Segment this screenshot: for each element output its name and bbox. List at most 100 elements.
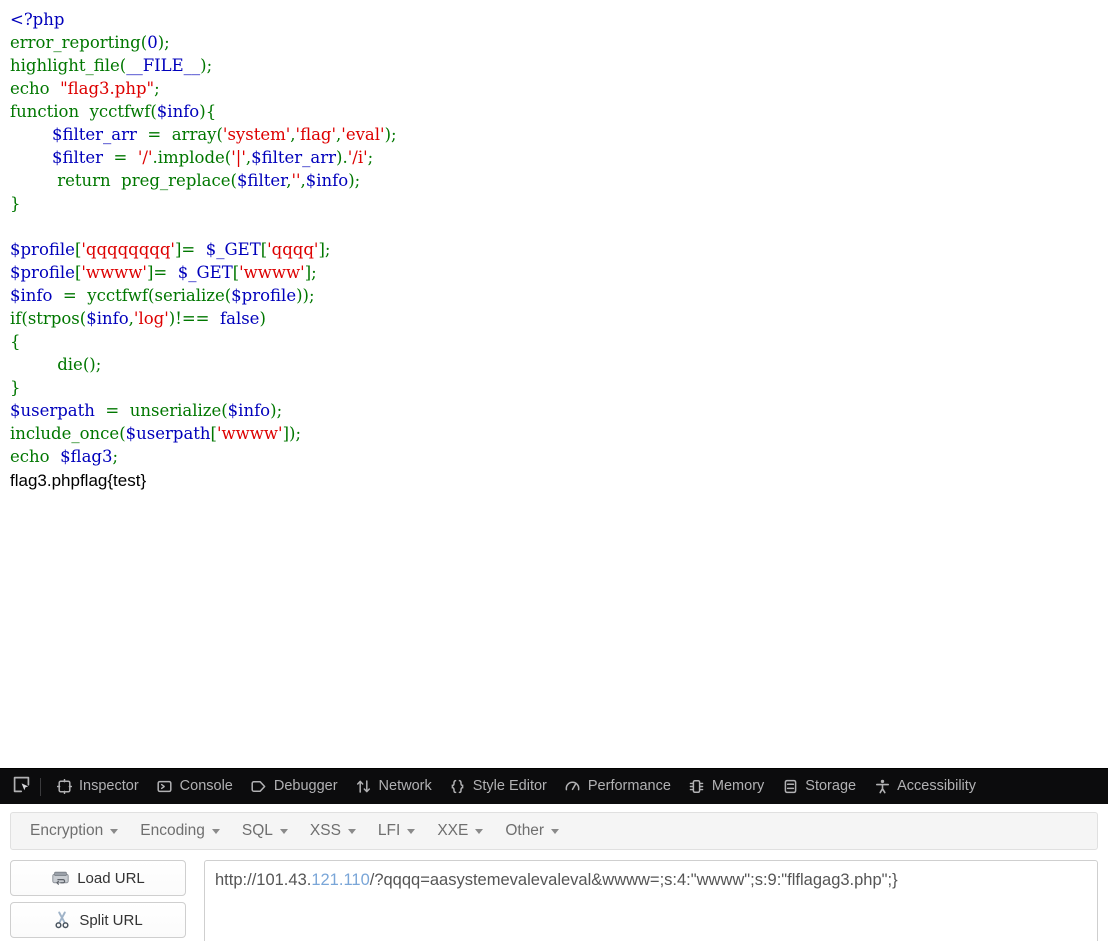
- hackbar-menu-label: LFI: [377, 822, 401, 839]
- code-line: error_reporting(0);: [10, 31, 1108, 54]
- code-token: ;: [276, 401, 283, 420]
- hackbar-menu-label: Encryption: [30, 822, 104, 839]
- code-token: $filter: [51, 148, 109, 167]
- code-token: $profile: [231, 286, 297, 305]
- code-token: ]=: [146, 263, 173, 282]
- devtools-tab-label: Inspector: [79, 778, 139, 795]
- code-token: =: [57, 286, 83, 305]
- chevron-down-icon: [551, 828, 560, 834]
- code-token: }: [10, 378, 21, 397]
- code-token: {: [10, 332, 21, 351]
- devtools-tab-console[interactable]: Console: [148, 772, 242, 802]
- element-picker-icon: [13, 776, 30, 798]
- hackbar-menu-encoding[interactable]: Encoding: [129, 818, 231, 844]
- code-token: ycctfwf: [84, 102, 151, 121]
- hackbar-menu-other[interactable]: Other: [494, 818, 570, 844]
- code-token: ;: [324, 240, 331, 259]
- split-url-button[interactable]: Split URL: [10, 902, 186, 938]
- hackbar-menu-xxe[interactable]: XXE: [426, 818, 494, 844]
- code-token: ): [259, 309, 266, 328]
- chevron-down-icon: [347, 828, 356, 834]
- code-token: if: [10, 309, 22, 328]
- url-input[interactable]: http://101.43.121.110/?qqqq=aasystemeval…: [204, 860, 1098, 941]
- code-token: unserialize: [124, 401, 222, 420]
- code-token: ;: [367, 148, 374, 167]
- hackbar-menu-sql[interactable]: SQL: [231, 818, 299, 844]
- devtools-tab-debugger[interactable]: Debugger: [242, 772, 347, 802]
- code-token: (): [82, 355, 96, 374]
- code-token: '|': [231, 148, 246, 167]
- devtools-tab-inspector[interactable]: Inspector: [47, 772, 148, 802]
- code-token: $filter: [236, 171, 287, 190]
- url-text-segment: /?qqqq=aasystemevalevaleval&wwww=;s:4:"w…: [369, 871, 898, 889]
- code-line: }: [10, 376, 1108, 399]
- hackbar-menu-label: Other: [505, 822, 545, 839]
- debugger-icon: [251, 779, 267, 795]
- devtools-tab-label: Accessibility: [897, 778, 977, 795]
- code-token: 0: [147, 33, 158, 52]
- url-field-wrapper: http://101.43.121.110/?qqqq=aasystemeval…: [204, 860, 1098, 941]
- chevron-down-icon: [475, 828, 484, 834]
- code-token: $info: [86, 309, 129, 328]
- code-token: $flag3: [60, 447, 113, 466]
- code-token: {: [205, 102, 217, 121]
- disk-drive-icon: [51, 869, 69, 887]
- php-echo-output: flag3.phpflag{test}: [10, 471, 147, 490]
- code-line: include_once($userpath['wwww']);: [10, 422, 1108, 445]
- code-token: ;: [112, 447, 119, 466]
- chevron-down-icon: [211, 828, 220, 834]
- devtools-tab-style-editor[interactable]: Style Editor: [441, 772, 556, 802]
- devtools-toolbar: Inspector Console Debugger Network Style Edi…: [0, 768, 1108, 804]
- code-line: <?php: [10, 8, 1108, 31]
- code-token: ;: [164, 33, 170, 52]
- load-url-button[interactable]: Load URL: [10, 860, 186, 896]
- code-token: 'wwww': [216, 424, 283, 443]
- element-picker-button[interactable]: [6, 773, 36, 801]
- load-url-label: Load URL: [77, 869, 145, 887]
- code-token: }: [10, 194, 21, 213]
- browser-window: <?php error_reporting(0); highlight_file(_…: [0, 0, 1108, 941]
- code-line: $profile['wwww']= $_GET['wwww'];: [10, 261, 1108, 284]
- code-line: if(strpos($info,'log')!== false): [10, 307, 1108, 330]
- devtools-tab-performance[interactable]: Performance: [556, 772, 680, 802]
- devtools-tab-network[interactable]: Network: [347, 772, 441, 802]
- code-line: $profile['qqqqqqqq']= $_GET['qqqq'];: [10, 238, 1108, 261]
- code-token: $profile: [10, 263, 75, 282]
- code-token: strpos: [27, 309, 80, 328]
- devtools-tab-label: Network: [378, 778, 432, 795]
- code-token: serialize: [154, 286, 225, 305]
- code-token: ;: [95, 355, 102, 374]
- code-token: echo: [10, 79, 55, 98]
- code-token: ;: [295, 424, 301, 443]
- code-token: '/i': [347, 148, 368, 167]
- code-token: $info: [156, 102, 200, 121]
- code-token: =: [108, 148, 133, 167]
- code-token: $filter_arr: [251, 148, 337, 167]
- hackbar-menu-label: Encoding: [140, 822, 205, 839]
- devtools-tab-memory[interactable]: Memory: [680, 772, 773, 802]
- code-token: $_GET: [205, 240, 261, 259]
- page-content-area: <?php error_reporting(0); highlight_file(_…: [0, 0, 1108, 768]
- code-token: 'eval': [341, 125, 385, 144]
- code-token: array: [166, 125, 217, 144]
- code-token: =: [142, 125, 167, 144]
- code-token: )): [296, 286, 309, 305]
- devtools-tab-storage[interactable]: Storage: [773, 772, 865, 802]
- code-line: $filter = '/'.implode('|',$filter_arr).'…: [10, 146, 1108, 169]
- code-token: 'system': [222, 125, 291, 144]
- hackbar-menu-lfi[interactable]: LFI: [367, 818, 426, 844]
- code-line: return preg_replace($filter,'',$info);: [10, 169, 1108, 192]
- hackbar-menu-label: SQL: [241, 822, 273, 839]
- code-token: )!==: [168, 309, 215, 328]
- hackbar-menu-encryption[interactable]: Encryption: [19, 818, 129, 844]
- code-token: $_GET: [177, 263, 233, 282]
- devtools-tab-accessibility[interactable]: Accessibility: [865, 772, 985, 802]
- code-token: =: [100, 401, 125, 420]
- code-token: false: [214, 309, 260, 328]
- hackbar-menu-xss[interactable]: XSS: [299, 818, 367, 844]
- code-token: $userpath: [125, 424, 211, 443]
